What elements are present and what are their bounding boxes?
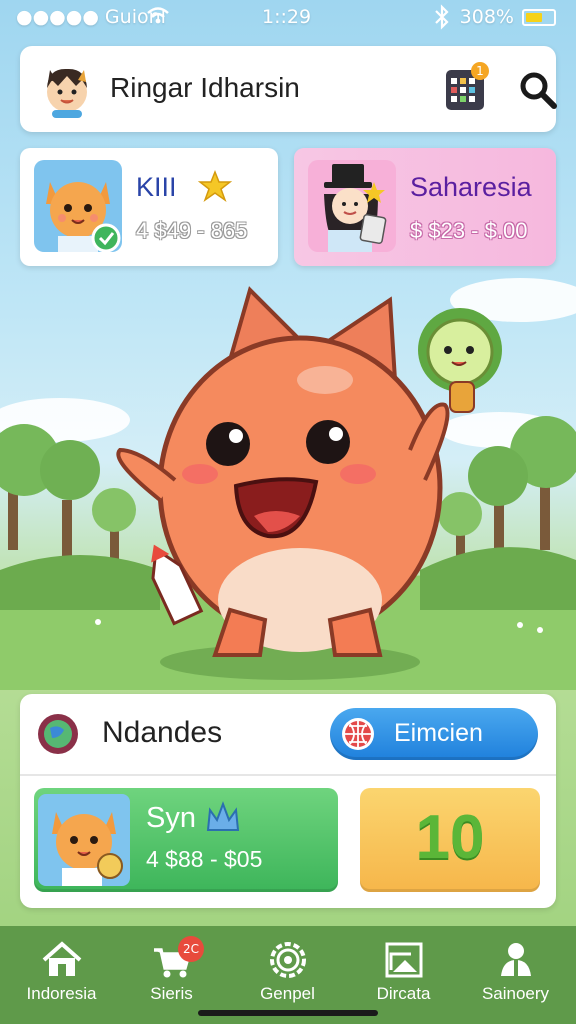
battery-icon [522, 9, 556, 26]
app-header: Ringar Idharsin 1 [20, 46, 557, 132]
people-icon [501, 943, 531, 976]
nav-item-indoresia[interactable]: Indoresia [4, 926, 119, 1024]
cat-avatar [38, 794, 130, 886]
score-value: 10 [415, 803, 485, 872]
battery-percent: 308% [459, 6, 514, 28]
gear-icon [270, 942, 306, 978]
player-name: KIII [136, 172, 177, 202]
cart-badge: 2C [178, 936, 204, 962]
globe-icon [38, 714, 78, 754]
nav-label: Sainoery [481, 984, 550, 1003]
player-card-right[interactable]: Saharesia $ $23 - $.00 [294, 148, 556, 266]
bottom-panel: Ndandes Eimcien Syn 4 $88 - $05 10 [20, 694, 556, 908]
calendar-icon[interactable]: 1 [444, 62, 490, 112]
trees-left [0, 424, 136, 560]
calendar-badge: 1 [476, 64, 484, 78]
girl-avatar [308, 160, 396, 252]
bluetooth-icon [435, 4, 449, 30]
nav-item-sainoery[interactable]: Sainoery [458, 926, 573, 1024]
status-bar: ●●●●● Guionl 1::29 308% [0, 0, 576, 36]
player-card-left[interactable]: KIII 4 $49 - 865 [20, 148, 278, 266]
home-icon [42, 941, 82, 976]
cat-avatar [34, 160, 122, 252]
crown-icon [206, 801, 240, 831]
battery-fill [526, 13, 542, 22]
star-icon [198, 170, 232, 202]
clock: 1::29 [262, 6, 312, 28]
held-creature[interactable] [418, 308, 502, 413]
page-title: Ringar Idharsin [110, 72, 300, 103]
eimcien-button[interactable]: Eimcien [330, 708, 538, 760]
panel-title: Ndandes [102, 716, 223, 749]
divider [20, 774, 556, 776]
nav-label: Sieris [150, 984, 193, 1003]
score-card[interactable]: 10 [360, 788, 540, 892]
player-name: Saharesia [410, 172, 532, 202]
player-range: 4 $49 - 865 [136, 218, 248, 243]
search-icon[interactable] [516, 68, 560, 112]
photo-icon [385, 942, 423, 978]
player-avatar[interactable] [38, 60, 96, 118]
carrier-text: ●●●●● Guionl [16, 6, 166, 28]
card-name: Syn [146, 802, 196, 834]
button-label: Eimcien [394, 719, 483, 747]
nav-label: Indoresia [26, 984, 97, 1003]
player-range: $ $23 - $.00 [410, 218, 528, 243]
wifi-icon [147, 7, 169, 24]
card-range: 4 $88 - $05 [146, 846, 263, 872]
nav-label: Dircata [376, 984, 431, 1003]
home-indicator[interactable] [198, 1010, 378, 1016]
globe-grid-icon [342, 718, 374, 750]
nav-label: Genpel [260, 984, 315, 1003]
syn-card[interactable]: Syn 4 $88 - $05 [34, 788, 338, 892]
game-scene [0, 278, 576, 690]
